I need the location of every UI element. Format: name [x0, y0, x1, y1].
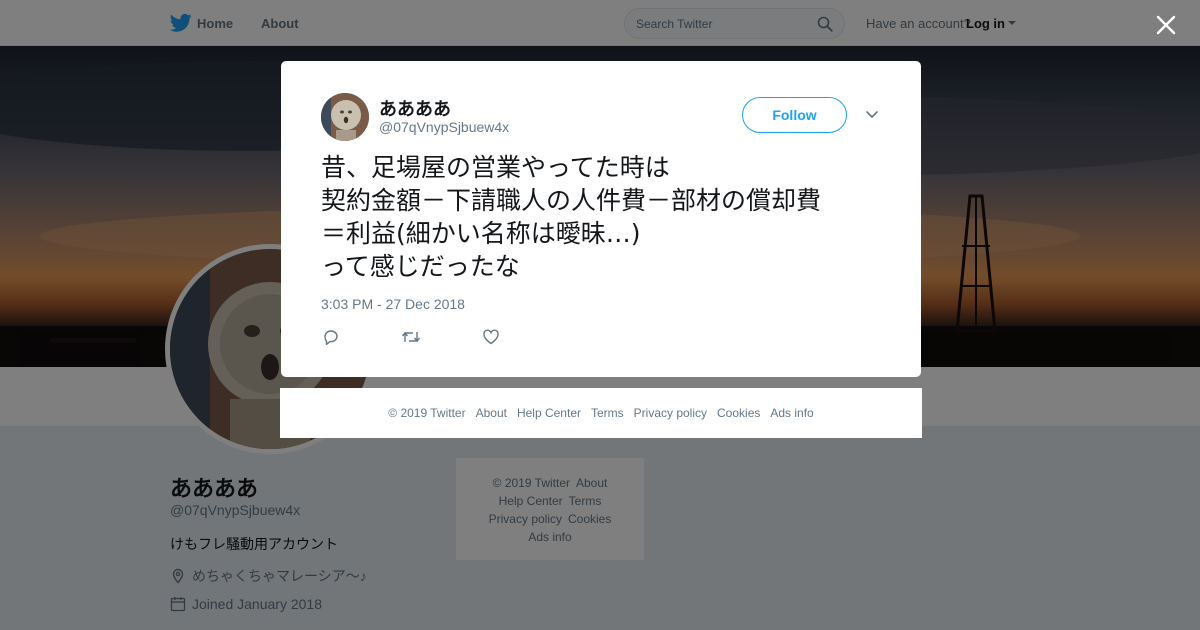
- avatar-image: [321, 93, 369, 141]
- modal-footer-help-link[interactable]: Help Center: [517, 406, 581, 420]
- modal-footer-about-link[interactable]: About: [476, 406, 507, 420]
- tweet-timestamp[interactable]: 3:03 PM - 27 Dec 2018: [321, 296, 465, 312]
- modal-footer-copyright: © 2019 Twitter: [388, 406, 466, 420]
- like-icon[interactable]: [481, 327, 501, 347]
- tweet-author-name[interactable]: ああああ: [379, 95, 451, 121]
- modal-footer: © 2019 Twitter About Help Center Terms P…: [280, 388, 922, 438]
- modal-footer-privacy-link[interactable]: Privacy policy: [634, 406, 707, 420]
- tweet-text-line: って感じだったな: [321, 252, 520, 281]
- follow-button[interactable]: Follow: [742, 97, 847, 133]
- modal-footer-terms-link[interactable]: Terms: [591, 406, 624, 420]
- reply-icon[interactable]: [321, 327, 341, 347]
- tweet-text-line: 昔、足場屋の営業やってた時は: [321, 153, 670, 182]
- tweet-text: 昔、足場屋の営業やってた時は 契約金額－下請職人の人件費－部材の償却費 ＝利益(…: [321, 151, 891, 283]
- tweet-text-line: 契約金額－下請職人の人件費－部材の償却費: [321, 186, 822, 215]
- modal-footer-ads-link[interactable]: Ads info: [770, 406, 813, 420]
- retweet-icon[interactable]: [401, 327, 421, 347]
- modal-footer-cookies-link[interactable]: Cookies: [717, 406, 760, 420]
- tweet-author-handle[interactable]: @07qVnypSjbuew4x: [379, 119, 509, 135]
- chevron-down-icon[interactable]: [865, 109, 879, 121]
- close-icon[interactable]: [1152, 11, 1180, 39]
- tweet-author-avatar[interactable]: [321, 93, 369, 141]
- tweet-text-line: ＝利益(細かい名称は曖昧…): [321, 219, 641, 248]
- tweet-modal: ああああ @07qVnypSjbuew4x Follow 昔、足場屋の営業やって…: [281, 61, 921, 377]
